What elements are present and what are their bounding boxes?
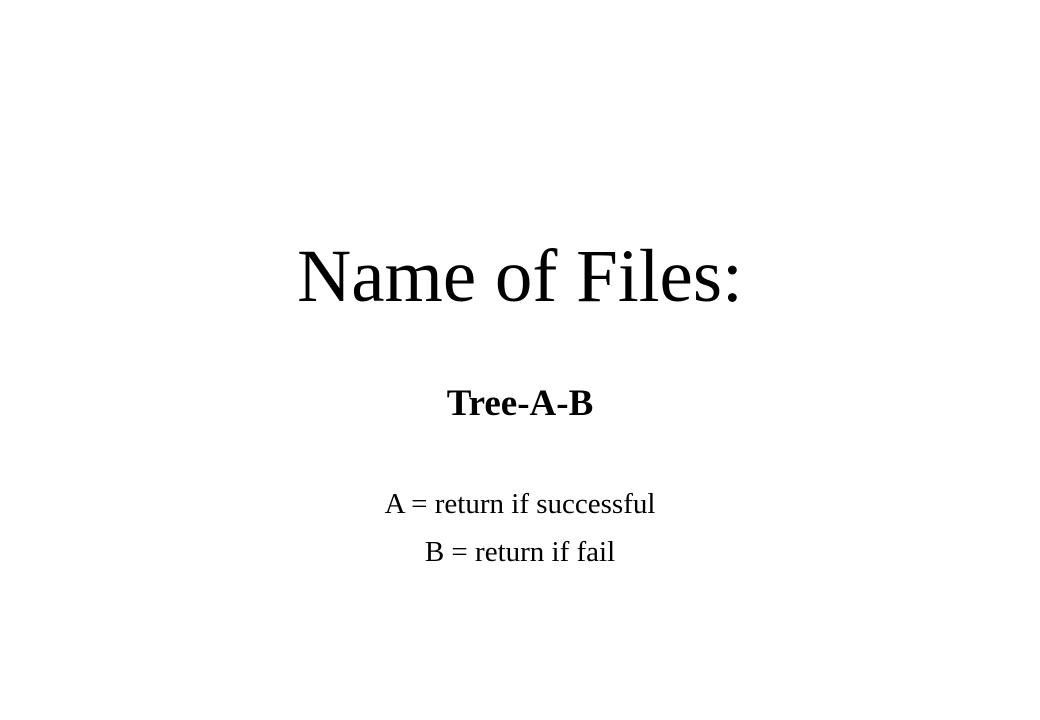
file-name-pattern: Tree-A-B [446,383,594,424]
definition-b: B = return if fail [424,536,616,568]
slide: Name of Files: Tree-A-B A = return if su… [0,0,1040,720]
slide-title: Name of Files: [297,235,743,318]
definition-a: A = return if successful [384,488,656,520]
